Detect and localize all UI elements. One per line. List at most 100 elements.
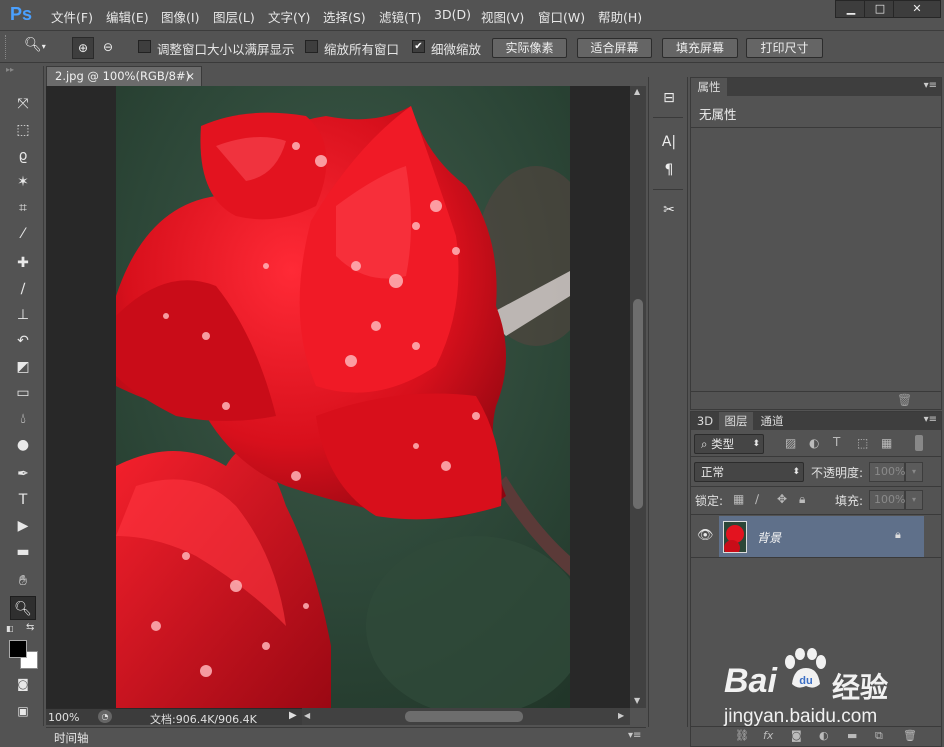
collapse-toolbox-icon[interactable]: ▸▸ bbox=[6, 66, 38, 74]
zoom-tool-icon[interactable]: 🔍︎ bbox=[10, 596, 36, 620]
zoom-all-checkbox[interactable] bbox=[305, 40, 318, 53]
history-brush-icon[interactable]: ↶ bbox=[10, 329, 36, 353]
horizontal-scrollbar[interactable]: ◀ ▶ bbox=[302, 708, 630, 725]
fill-dropdown-icon[interactable]: ▾ bbox=[905, 490, 923, 510]
foreground-color-swatch[interactable] bbox=[9, 640, 27, 658]
tab-properties[interactable]: 属性 bbox=[691, 78, 727, 96]
filter-adjustment-icon[interactable]: ◐ bbox=[809, 436, 819, 450]
tools-icon[interactable]: ✂ bbox=[658, 199, 680, 221]
rose-photo[interactable] bbox=[116, 86, 570, 708]
menu-edit[interactable]: 编辑(E) bbox=[106, 7, 149, 26]
scrubby-zoom-checkbox[interactable]: ✔ bbox=[412, 40, 425, 53]
filter-toggle-switch[interactable] bbox=[915, 435, 923, 451]
filter-smart-object-icon[interactable]: ▦ bbox=[881, 436, 892, 450]
menu-select[interactable]: 选择(S) bbox=[323, 7, 366, 26]
swap-colors-icon[interactable]: ⇆ bbox=[26, 622, 38, 634]
actual-pixels-button[interactable]: 实际像素 bbox=[492, 38, 567, 58]
tab-channels[interactable]: 通道 bbox=[755, 412, 789, 430]
print-size-button[interactable]: 打印尺寸 bbox=[746, 38, 823, 58]
screen-mode-icon[interactable]: ▣ bbox=[10, 699, 36, 723]
scroll-up-icon[interactable]: ▲ bbox=[634, 87, 640, 96]
menu-file[interactable]: 文件(F) bbox=[51, 7, 93, 26]
default-colors-icon[interactable]: ◧ bbox=[6, 624, 16, 634]
brush-icon[interactable]: ∕ bbox=[10, 277, 36, 301]
scroll-right-icon[interactable]: ▶ bbox=[618, 711, 624, 720]
filter-pixel-icon[interactable]: ▨ bbox=[785, 436, 796, 450]
zoom-level[interactable]: 100% bbox=[48, 711, 79, 724]
menu-help[interactable]: 帮助(H) bbox=[598, 7, 642, 26]
filter-type-icon[interactable]: T bbox=[833, 435, 840, 449]
menu-view[interactable]: 视图(V) bbox=[481, 7, 524, 26]
healing-brush-icon[interactable]: ✚ bbox=[10, 251, 36, 275]
dodge-icon[interactable]: ● bbox=[10, 433, 36, 457]
crop-icon[interactable]: ⌗ bbox=[10, 196, 36, 220]
path-select-icon[interactable]: ▶ bbox=[10, 514, 36, 538]
eye-icon[interactable]: 👁︎ bbox=[697, 528, 714, 543]
maximize-icon: □ bbox=[874, 2, 886, 15]
quick-mask-icon[interactable]: ◙ bbox=[10, 672, 36, 696]
tab-layers[interactable]: 图层 bbox=[719, 412, 753, 430]
properties-trash-icon[interactable]: 🗑︎ bbox=[897, 393, 912, 407]
vertical-scrollbar[interactable]: ▲ ▼ bbox=[630, 86, 646, 708]
marquee-icon[interactable]: ⬚ bbox=[10, 118, 36, 142]
grip-handle[interactable] bbox=[5, 35, 8, 59]
layer-row-highlight bbox=[719, 516, 924, 557]
properties-panel: 属性 ▾≡ 无属性 🗑︎ bbox=[690, 77, 942, 410]
layers-menu-icon[interactable]: ▾≡ bbox=[924, 414, 937, 425]
layer-name[interactable]: 背景 bbox=[757, 529, 781, 546]
document-tab[interactable]: 2.jpg @ 100%(RGB/8#) × bbox=[46, 66, 202, 86]
rectangle-icon[interactable]: ▬ bbox=[10, 540, 36, 564]
eraser-icon[interactable]: ◩ bbox=[10, 355, 36, 379]
layer-filter-select[interactable]: ⌕ 类型 ⬍ bbox=[694, 434, 764, 454]
lock-pixels-icon[interactable]: ∕ bbox=[755, 492, 759, 506]
lasso-icon[interactable]: ϱ bbox=[10, 144, 36, 168]
timeline-panel-bar[interactable]: 时间轴 ▾≡ bbox=[46, 727, 646, 747]
lock-transparent-icon[interactable]: ▦ bbox=[733, 492, 744, 506]
fill-screen-button[interactable]: 填充屏幕 bbox=[662, 38, 738, 58]
blur-icon[interactable]: 💧︎ bbox=[10, 407, 36, 431]
scroll-down-icon[interactable]: ▼ bbox=[634, 696, 640, 705]
menu-window[interactable]: 窗口(W) bbox=[538, 7, 585, 26]
vertical-scroll-thumb[interactable] bbox=[633, 299, 643, 509]
opacity-input[interactable]: 100% bbox=[869, 462, 905, 482]
opacity-dropdown-icon[interactable]: ▾ bbox=[905, 462, 923, 482]
fill-input[interactable]: 100% bbox=[869, 490, 905, 510]
gradient-icon[interactable]: ▭ bbox=[10, 381, 36, 405]
menu-type[interactable]: 文字(Y) bbox=[268, 7, 310, 26]
hand-icon[interactable]: ✋︎ bbox=[10, 569, 36, 593]
zoom-out-button[interactable]: ⊖ bbox=[97, 37, 119, 59]
menu-image[interactable]: 图像(I) bbox=[161, 7, 199, 26]
minimize-button[interactable]: ▁ bbox=[835, 0, 867, 18]
magic-wand-icon[interactable]: ✶ bbox=[10, 170, 36, 194]
panel-menu-icon[interactable]: ▾≡ bbox=[628, 730, 641, 741]
move-icon[interactable]: ⤧ bbox=[10, 92, 36, 116]
menu-filter[interactable]: 滤镜(T) bbox=[379, 7, 421, 26]
paragraph-icon[interactable]: ¶ bbox=[658, 159, 680, 181]
status-info-icon[interactable]: ◔ bbox=[98, 710, 112, 723]
menu-3d[interactable]: 3D(D) bbox=[434, 7, 471, 22]
status-menu-arrow-icon[interactable]: ▶ bbox=[289, 710, 297, 721]
lock-all-icon[interactable]: 🔒︎ bbox=[799, 492, 805, 507]
lock-position-icon[interactable]: ✥ bbox=[777, 492, 787, 506]
stamp-icon[interactable]: ⊥ bbox=[10, 303, 36, 327]
zoom-in-button[interactable]: ⊕ bbox=[72, 37, 94, 59]
close-button[interactable]: ✕ bbox=[893, 0, 941, 18]
menu-layer[interactable]: 图层(L) bbox=[213, 7, 255, 26]
maximize-button[interactable]: □ bbox=[864, 0, 896, 18]
history-icon[interactable]: ⊟ bbox=[658, 87, 680, 109]
blend-mode-select[interactable]: 正常 ⬍ bbox=[694, 462, 804, 482]
filter-shape-icon[interactable]: ⬚ bbox=[857, 436, 868, 450]
layer-row[interactable]: 👁︎ 背景 🔒︎ bbox=[691, 516, 941, 558]
horizontal-scroll-thumb[interactable] bbox=[405, 711, 523, 722]
type-icon[interactable]: T bbox=[10, 488, 36, 512]
scroll-left-icon[interactable]: ◀ bbox=[304, 711, 310, 720]
close-tab-icon[interactable]: × bbox=[185, 67, 195, 85]
resize-windows-checkbox[interactable] bbox=[138, 40, 151, 53]
character-icon[interactable]: A| bbox=[658, 131, 680, 153]
pen-icon[interactable]: ✒ bbox=[10, 462, 36, 486]
fit-screen-button[interactable]: 适合屏幕 bbox=[577, 38, 652, 58]
tool-preset-picker[interactable]: 🔍︎▾ bbox=[24, 37, 62, 57]
eyedropper-icon[interactable]: ⁄ bbox=[10, 222, 36, 246]
properties-menu-icon[interactable]: ▾≡ bbox=[924, 80, 937, 91]
tab-3d[interactable]: 3D bbox=[691, 412, 719, 430]
